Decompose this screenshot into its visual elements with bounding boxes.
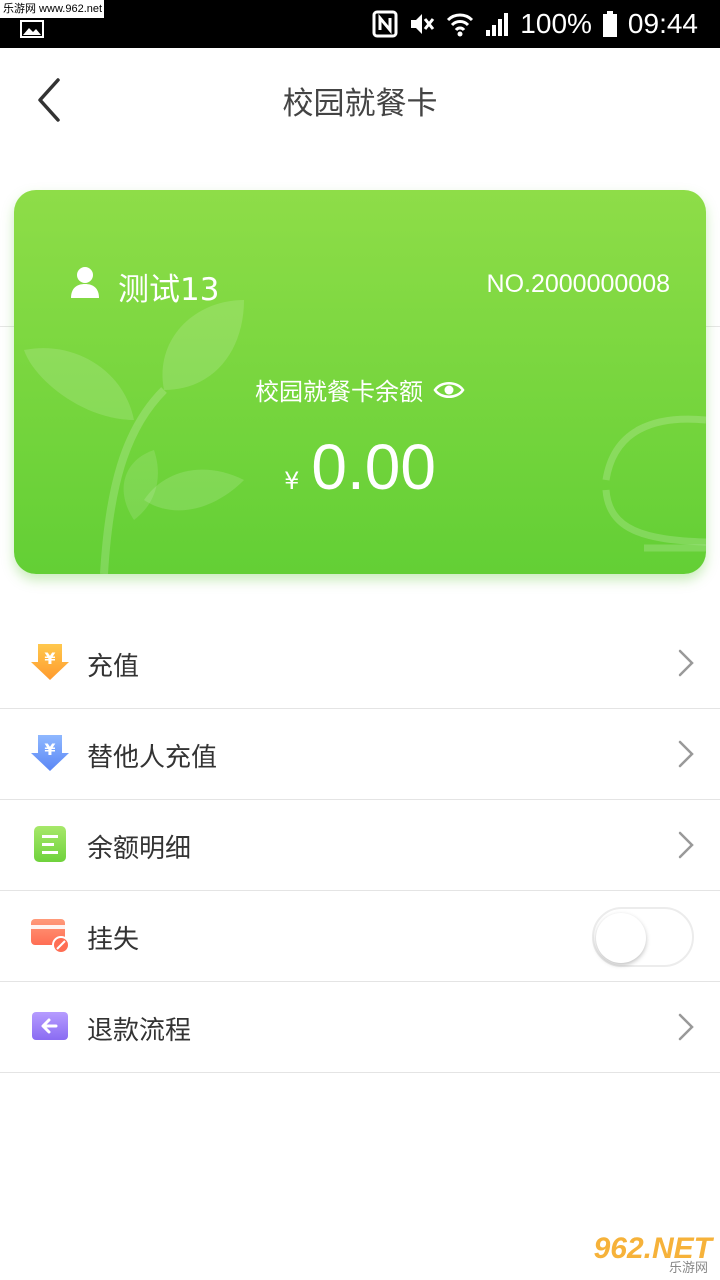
nfc-icon [372,10,398,38]
menu-item-label: 替他人充值 [87,743,218,773]
refund-icon [32,1012,68,1040]
menu-item-label: 余额明细 [87,834,192,864]
card-lock-icon [31,919,70,954]
card-number: NO.2000000008 [486,270,670,298]
image-notification-icon [20,20,44,38]
report-loss-toggle[interactable] [592,907,694,967]
mute-icon [411,14,435,34]
battery-percent: 100% [520,8,592,39]
card-holder-name: 测试13 [118,272,220,308]
meal-card: 测试13 NO.2000000008 校园就餐卡余额 ¥ 0.00 [14,190,706,574]
menu-item-report-loss: 挂失 [0,891,720,982]
header: 校园就餐卡 [0,48,720,152]
page-title: 校园就餐卡 [282,86,438,122]
menu-item-label: 退款流程 [87,1016,192,1046]
menu-item-label: 充值 [87,652,140,682]
chevron-right-icon [678,1013,694,1041]
clock: 09:44 [627,8,698,39]
status-bar: 乐游网 www.962.net 100% 09:44 [0,0,720,48]
eye-icon[interactable] [433,379,465,401]
watermark-badge: 乐游网 www.962.net [0,0,104,18]
user-icon [71,267,99,298]
recharge-icon: ¥ [31,644,69,680]
svg-text:¥: ¥ [44,649,55,668]
menu-list: ¥ 充值 ¥ 替他人充值 余额明细 挂失 退款流程 [0,618,720,1073]
menu-item-recharge[interactable]: ¥ 充值 [0,618,720,709]
list-icon [34,826,66,862]
battery-icon [602,11,617,37]
menu-item-balance-detail[interactable]: 余额明细 [0,800,720,891]
balance-label: 校园就餐卡余额 [255,378,423,406]
wifi-icon [447,13,474,37]
watermark-logo-sub: 乐游网 [668,1261,708,1276]
balance-amount-row: ¥ 0.00 [14,430,706,504]
balance-label-row: 校园就餐卡余额 [14,372,706,407]
menu-item-label: 挂失 [87,925,140,955]
chevron-right-icon [678,740,694,768]
currency-symbol: ¥ [284,467,300,495]
chevron-right-icon [678,649,694,677]
menu-item-recharge-others[interactable]: ¥ 替他人充值 [0,709,720,800]
signal-icon [486,13,509,36]
toggle-knob [596,913,646,963]
svg-text:¥: ¥ [44,740,55,759]
menu-item-refund-process[interactable]: 退款流程 [0,982,720,1073]
chevron-right-icon [678,831,694,859]
balance-amount: 0.00 [311,431,436,503]
recharge-others-icon: ¥ [31,735,69,771]
